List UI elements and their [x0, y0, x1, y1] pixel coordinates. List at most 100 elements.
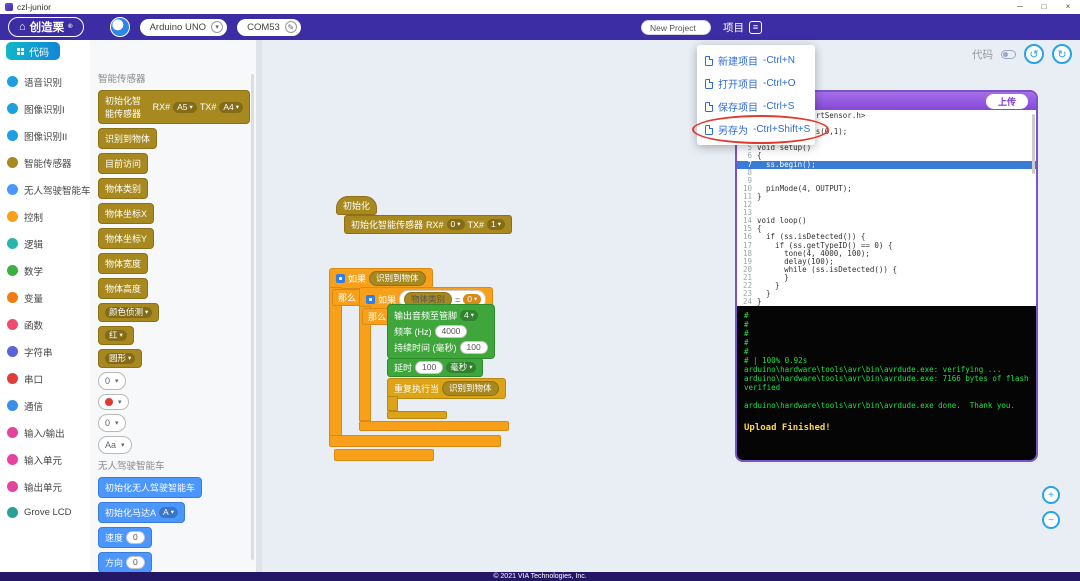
palette-block-visit[interactable]: 目前访问	[98, 153, 149, 174]
block-palette: 智能传感器 初始化智能传感器 RX# A5 TX# A4 识别到物体 目前访问 …	[90, 40, 256, 572]
palette-block-init-sensor[interactable]: 初始化智能传感器 RX# A5 TX# A4	[98, 90, 250, 124]
palette-section-title: 智能传感器	[98, 74, 146, 85]
upload-button[interactable]: 上传	[985, 93, 1028, 109]
canvas-hat-init[interactable]: 初始化	[336, 196, 378, 215]
sidebar-category[interactable]: 图像识别II	[0, 122, 90, 149]
menu-item[interactable]: 另存为 -Ctrl+Shift+S	[692, 115, 829, 144]
palette-block-object-width[interactable]: 物体宽度	[98, 253, 149, 274]
sidebar-category[interactable]: 语音识别	[0, 68, 90, 95]
code-line[interactable]: 24}	[737, 298, 1036, 306]
sidebar-category[interactable]: 输入/输出	[0, 419, 90, 446]
window-titlebar: czl-junior ─ □ ×	[0, 0, 1080, 14]
code-line[interactable]: 8	[737, 168, 1036, 177]
sidebar-category[interactable]: 通信	[0, 392, 90, 419]
undo-button[interactable]	[1024, 44, 1044, 64]
palette-block-direction[interactable]: 方向 0	[98, 552, 152, 572]
maximize-button[interactable]: □	[1032, 0, 1056, 14]
tx-dropdown[interactable]: 1	[487, 219, 506, 230]
sidebar-category[interactable]: 控制	[0, 203, 90, 230]
canvas-block-play-tone[interactable]: 输出音频至管脚4 频率 (Hz)4000 持续时间 (毫秒)100	[387, 304, 495, 359]
canvas-block-delay[interactable]: 延时 100 毫秒	[387, 358, 484, 377]
minimize-button[interactable]: ─	[1008, 0, 1032, 14]
project-menu-button[interactable]: 项目	[723, 20, 762, 35]
tab-code[interactable]: 代码	[6, 42, 60, 60]
menu-item[interactable]: 打开项目 -Ctrl+O	[697, 72, 815, 95]
console-line: #	[744, 347, 749, 356]
category-color-dot	[7, 400, 18, 411]
code-line[interactable]: 22 }	[737, 281, 1036, 290]
sidebar-category[interactable]: 输出单元	[0, 473, 90, 500]
sidebar-category[interactable]: 智能传感器	[0, 149, 90, 176]
upload-console: # # # # # # | 100% 0.92s arduino\hardware\tool…	[737, 306, 1036, 460]
document-icon	[705, 124, 713, 135]
document-icon	[705, 78, 713, 89]
canvas-block-init-sensor[interactable]: 初始化智能传感器 RX# 0 TX# 1	[344, 215, 513, 234]
code-line[interactable]: 21 }	[737, 273, 1036, 282]
category-color-dot	[7, 454, 18, 465]
palette-dropdown-color-detect[interactable]: 颜色侦测	[98, 303, 160, 322]
sidebar-category[interactable]: 数学	[0, 257, 90, 284]
palette-block-object-y[interactable]: 物体坐标Y	[98, 228, 155, 249]
palette-block-detected[interactable]: 识别到物体	[98, 128, 158, 149]
stack-tail	[334, 449, 434, 461]
sidebar-category[interactable]: 逻辑	[0, 230, 90, 257]
code-line[interactable]: 10 pinMode(4, OUTPUT);	[737, 184, 1036, 193]
menu-list-icon[interactable]	[749, 20, 762, 34]
palette-dropdown-shape[interactable]: 圆形	[98, 349, 143, 368]
category-color-dot	[7, 265, 18, 276]
close-button[interactable]: ×	[1056, 0, 1080, 14]
palette-block-init-motor[interactable]: 初始化马达A A	[98, 502, 185, 523]
sidebar-category[interactable]: 字符串	[0, 338, 90, 365]
palette-block-object-class[interactable]: 物体类别	[98, 178, 149, 199]
category-color-dot	[7, 506, 18, 518]
code-line[interactable]: 11}	[737, 192, 1036, 201]
palette-block-init-car[interactable]: 初始化无人驾驶智能车	[98, 477, 203, 498]
tx-dropdown[interactable]: A4	[219, 101, 243, 113]
palette-dropdown-text[interactable]: Aa	[98, 436, 132, 454]
canvas-block-if-outer[interactable]: 如果 识别到物体	[329, 268, 433, 289]
project-dropdown-menu: 新建项目 -Ctrl+N 打开项目 -Ctrl+O 保存项目 -Ctrl+S 另…	[692, 45, 829, 145]
sidebar-category[interactable]: 无人驾驶智能车	[0, 176, 90, 203]
rx-dropdown[interactable]: A5	[173, 101, 197, 113]
project-name-input[interactable]: New Project	[641, 19, 711, 35]
code-line[interactable]: 14 void loop()	[737, 217, 1036, 225]
sidebar-category[interactable]: 输入单元	[0, 446, 90, 473]
pin-dropdown[interactable]: 4	[460, 310, 479, 321]
code-view-toggle[interactable]	[1001, 49, 1016, 59]
code-line[interactable]: 12	[737, 200, 1036, 209]
chevron-down-icon[interactable]	[211, 21, 224, 33]
palette-section-title: 无人驾驶智能车	[98, 461, 165, 472]
palette-block-object-height[interactable]: 物体高度	[98, 278, 149, 299]
rx-dropdown[interactable]: 0	[446, 219, 465, 230]
redo-button[interactable]	[1052, 44, 1072, 64]
console-line: #	[744, 329, 749, 338]
condition-detected[interactable]: 识别到物体	[369, 271, 426, 286]
sidebar-category[interactable]: 函数	[0, 311, 90, 338]
sidebar-category[interactable]: 图像识别I	[0, 95, 90, 122]
sidebar-category[interactable]: 变量	[0, 284, 90, 311]
code-line[interactable]: 7 ss.begin();	[737, 160, 1036, 169]
code-line[interactable]: 23 }	[737, 289, 1036, 298]
board-select[interactable]: Arduino UNO	[139, 18, 228, 36]
palette-color-picker[interactable]	[98, 394, 129, 410]
menu-item[interactable]: 新建项目 -Ctrl+N	[697, 49, 815, 72]
palette-block-object-x[interactable]: 物体坐标X	[98, 203, 155, 224]
zoom-in-button[interactable]: +	[1042, 486, 1060, 504]
code-line[interactable]: 5 void setup()	[737, 144, 1036, 152]
editor-scrollbar[interactable]	[1032, 114, 1035, 174]
palette-dropdown-number[interactable]: 0	[98, 414, 126, 432]
edit-pencil-icon[interactable]	[284, 21, 297, 33]
port-select[interactable]: COM53	[237, 18, 301, 36]
palette-block-speed[interactable]: 速度 0	[98, 527, 152, 548]
canvas-block-repeat-while[interactable]: 重复执行当 识别到物体	[387, 378, 506, 399]
sidebar-category[interactable]: 串口	[0, 365, 90, 392]
menu-item[interactable]: 保存项目 -Ctrl+S	[697, 95, 815, 118]
palette-reporter-zero[interactable]: 0	[98, 372, 126, 390]
motor-dropdown[interactable]: A	[159, 507, 178, 518]
palette-scrollbar[interactable]	[251, 74, 254, 560]
condition-detected[interactable]: 识别到物体	[442, 381, 499, 396]
zoom-out-button[interactable]: −	[1042, 511, 1060, 529]
sidebar-category[interactable]: Grove LCD	[0, 500, 90, 524]
unit-dropdown[interactable]: 毫秒	[446, 362, 477, 373]
palette-dropdown-red[interactable]: 红	[98, 326, 134, 345]
